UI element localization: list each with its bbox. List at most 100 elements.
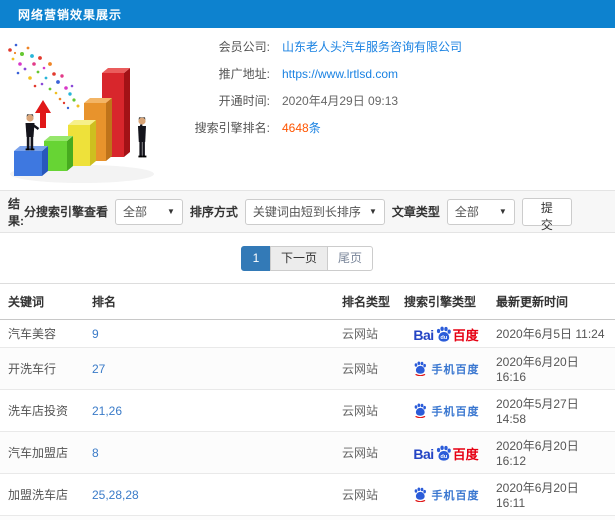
- engine-filter-select[interactable]: 全部 ▼: [115, 198, 183, 225]
- pagination: 1 下一页 尾页: [0, 233, 615, 283]
- engine-cell: 手机百度: [400, 473, 492, 516]
- page-header: 网络营销效果展示: [0, 0, 615, 28]
- keyword-cell: 开洗车行: [0, 347, 88, 390]
- table-header-row: 关键词 排名 排名类型 搜索引擎类型 最新更新时间: [0, 283, 615, 320]
- rank-table: 关键词 排名 排名类型 搜索引擎类型 最新更新时间 汽车美容 9 云网站 Bai…: [0, 283, 615, 520]
- businessman-left: [25, 114, 40, 151]
- rank-cell: 9: [88, 319, 338, 348]
- confetti-dots: [8, 43, 80, 110]
- rank-link[interactable]: 9: [92, 327, 99, 341]
- bar-green: [44, 136, 73, 171]
- company-label: 会员公司:: [218, 40, 270, 54]
- header-keyword: 关键词: [0, 283, 88, 320]
- filter-group: 分搜索引擎查看 全部 ▼ 排序方式 关键词由短到长排序 ▼ 文章类型 全部 ▼ …: [23, 197, 615, 232]
- rank-type-cell: 云网站: [338, 515, 400, 520]
- rank-type-cell: 云网站: [338, 389, 400, 432]
- baidu-paw-icon: du: [436, 326, 451, 342]
- article-type-value: 全部: [454, 205, 479, 219]
- table-row: 开洗车行 27 云网站 手机百度 2020年6月20日 16:16: [0, 347, 615, 390]
- keyword-cell: 汽车加盟店: [0, 431, 88, 474]
- rank-type-cell: 云网站: [338, 473, 400, 516]
- bar-chart-illustration: [0, 28, 180, 188]
- table-body: 汽车美容 9 云网站 Bai du 百度 2020年6月5日 11:24 开洗车…: [0, 319, 615, 520]
- engine-filter-label: 分搜索引擎查看: [23, 205, 108, 219]
- rank-cell: 21,26: [88, 389, 338, 432]
- bar-chart-image: [8, 43, 154, 183]
- table-row: 汽车美容 9 云网站 Bai du 百度 2020年6月5日 11:24: [0, 319, 615, 348]
- engine-cell: Bai du 百度: [400, 319, 492, 348]
- open-time-value: 2020年4月29日 09:13: [282, 94, 399, 108]
- rank-cell: 30: [88, 515, 338, 520]
- rank-type-cell: 云网站: [338, 319, 400, 348]
- sort-label: 排序方式: [189, 205, 238, 219]
- rank-link[interactable]: 27: [92, 362, 105, 376]
- baidu-paw-icon: du: [436, 445, 451, 461]
- keyword-cell: 洗车店投资: [0, 389, 88, 432]
- updated-cell: 2020年6月20日 16:11: [492, 473, 615, 516]
- open-time-label: 开通时间:: [218, 94, 270, 108]
- engine-cell: Bai du 百度: [400, 431, 492, 474]
- rank-type-cell: 云网站: [338, 431, 400, 474]
- info-section: 会员公司: 山东老人头汽车服务咨询有限公司 推广地址: https://www.…: [0, 28, 615, 190]
- marketing-results-page: 网络营销效果展示 会员公司: 山东老人头汽车服务咨询有限公司 推广地址: htt…: [0, 0, 615, 520]
- updated-cell: 2020年6月20日 16:16: [492, 347, 615, 390]
- info-row-rank-count: 搜索引擎排名: 4648 条: [180, 114, 462, 141]
- rank-link[interactable]: 21,26: [92, 404, 122, 418]
- sort-value: 关键词由短到长排序: [252, 205, 361, 219]
- next-page-button[interactable]: 下一页: [269, 246, 328, 271]
- mobile-baidu-logo: 手机百度: [413, 361, 480, 377]
- keyword-cell: 加盟洗车店: [0, 473, 88, 516]
- chevron-down-icon: ▼: [166, 207, 175, 216]
- last-page-button[interactable]: 尾页: [327, 246, 374, 271]
- rank-cell: 8: [88, 431, 338, 474]
- filter-bar: 结果: 分搜索引擎查看 全部 ▼ 排序方式 关键词由短到长排序 ▼ 文章类型 全…: [0, 190, 615, 233]
- mobile-baidu-icon: [414, 403, 426, 418]
- table-row: 洗车店投资 21,26 云网站 手机百度 2020年5月27日 14:58: [0, 389, 615, 432]
- rank-link[interactable]: 25,28,28: [92, 488, 139, 502]
- company-link[interactable]: 山东老人头汽车服务咨询有限公司: [282, 38, 462, 55]
- chevron-down-icon: ▼: [368, 207, 377, 216]
- header-engine-type: 搜索引擎类型: [400, 283, 492, 320]
- info-row-open-time: 开通时间: 2020年4月29日 09:13: [180, 87, 462, 114]
- page-1-button[interactable]: 1: [240, 246, 271, 271]
- rank-count-unit: 条: [308, 121, 321, 135]
- article-type-select[interactable]: 全部 ▼: [446, 198, 515, 225]
- header-updated: 最新更新时间: [492, 283, 615, 320]
- updated-cell: 2020年6月20日 16:12: [492, 515, 615, 520]
- company-info-list: 会员公司: 山东老人头汽车服务咨询有限公司 推广地址: https://www.…: [180, 28, 462, 190]
- rank-count-number: 4648: [282, 120, 309, 135]
- mobile-baidu-icon: [414, 361, 426, 376]
- sort-select[interactable]: 关键词由短到长排序 ▼: [244, 198, 385, 225]
- updated-cell: 2020年6月5日 11:24: [492, 319, 615, 348]
- engine-filter-value: 全部: [123, 205, 148, 219]
- promo-url-link[interactable]: https://www.lrtlsd.com: [282, 67, 398, 81]
- article-type-label: 文章类型: [391, 205, 440, 219]
- updated-cell: 2020年5月27日 14:58: [492, 389, 615, 432]
- promo-url-label: 推广地址:: [218, 67, 270, 81]
- keyword-cell: 汽车美容: [0, 319, 88, 348]
- svg-text:du: du: [440, 454, 447, 460]
- table-row: 加盟洗车店 25,28,28 云网站 手机百度 2020年6月20日 16:11: [0, 473, 615, 516]
- baidu-logo: Bai du 百度: [413, 326, 479, 343]
- engine-cell: 手机百度: [400, 347, 492, 390]
- header-rank-type: 排名类型: [338, 283, 400, 320]
- keyword-cell: 洗车赚钱吗: [0, 515, 88, 520]
- table-row: 汽车加盟店 8 云网站 Bai du 百度 2020年6月20日 16:12: [0, 431, 615, 474]
- businessman-right: [138, 117, 147, 158]
- rank-link[interactable]: 8: [92, 446, 99, 460]
- engine-cell: 手机百度: [400, 389, 492, 432]
- engine-cell: 手机百度: [400, 515, 492, 520]
- chevron-down-icon: ▼: [498, 207, 507, 216]
- updated-cell: 2020年6月20日 16:12: [492, 431, 615, 474]
- mobile-baidu-logo: 手机百度: [413, 487, 480, 503]
- baidu-logo: Bai du 百度: [413, 445, 479, 462]
- rank-type-cell: 云网站: [338, 347, 400, 390]
- header-rank: 排名: [88, 283, 338, 320]
- up-arrow: [35, 100, 51, 128]
- table-row: 洗车赚钱吗 30 云网站 手机百度 2020年6月20日 16:12: [0, 515, 615, 520]
- submit-button[interactable]: 提交: [521, 197, 573, 232]
- result-label: 结果:: [8, 196, 24, 228]
- page-title: 网络营销效果展示: [18, 7, 123, 22]
- svg-text:du: du: [440, 335, 447, 341]
- info-row-company: 会员公司: 山东老人头汽车服务咨询有限公司: [180, 33, 462, 60]
